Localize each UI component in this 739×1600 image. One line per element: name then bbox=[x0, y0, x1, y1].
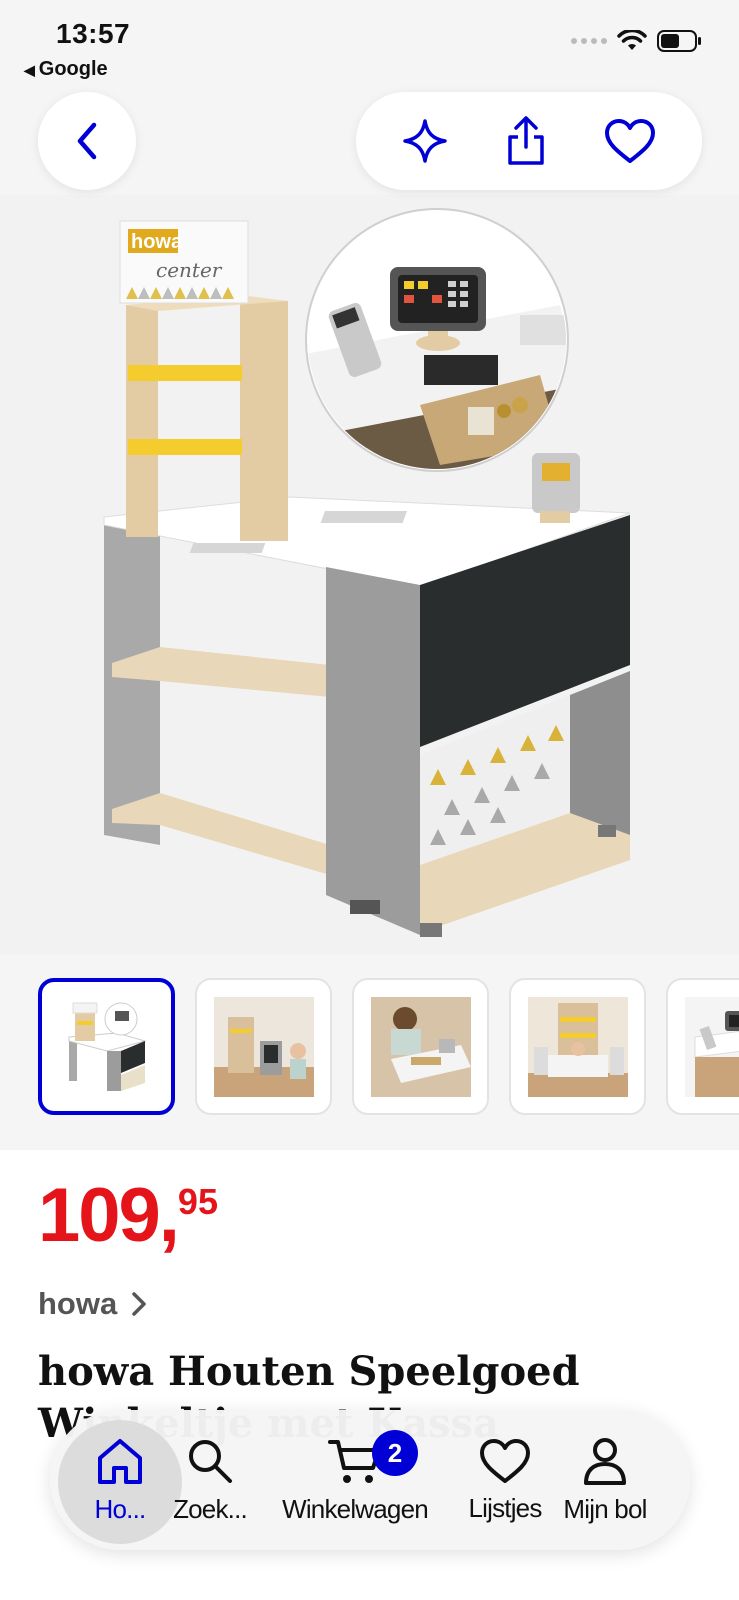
thumbnail-strip[interactable] bbox=[38, 978, 739, 1115]
tab-cart[interactable]: Winkelwagen 2 bbox=[260, 1410, 450, 1550]
brand-name: howa bbox=[38, 1286, 118, 1321]
share-button[interactable] bbox=[504, 115, 548, 167]
back-button[interactable] bbox=[38, 92, 136, 190]
tab-lists-label: Lijstjes bbox=[468, 1492, 542, 1523]
back-app-label: Google bbox=[38, 58, 108, 80]
back-triangle-icon: ◀ bbox=[24, 62, 35, 78]
battery-icon bbox=[657, 30, 701, 52]
price: 109, 95 bbox=[38, 1178, 218, 1254]
signal-icon bbox=[571, 38, 607, 44]
product-image-gallery[interactable]: howa center bbox=[0, 195, 739, 955]
back-to-app-link[interactable]: ◀ Google bbox=[24, 58, 108, 81]
status-bar: 13:57 ◀ Google bbox=[0, 0, 739, 90]
tab-search[interactable]: Zoek... bbox=[160, 1410, 260, 1550]
product-main-image[interactable]: howa center bbox=[0, 195, 739, 955]
chevron-right-icon bbox=[132, 1292, 146, 1316]
status-icons bbox=[571, 30, 703, 52]
thumbnail-1[interactable] bbox=[38, 978, 175, 1115]
thumbnail-4-image bbox=[527, 996, 628, 1097]
thumbnail-3-image bbox=[370, 996, 471, 1097]
thumbnail-5-image bbox=[684, 996, 739, 1097]
favorite-button[interactable] bbox=[603, 117, 657, 165]
app-screen: 13:57 ◀ Google howa center 109, 95 howa … bbox=[0, 0, 739, 1600]
share-icon bbox=[508, 116, 544, 165]
price-cents: 95 bbox=[177, 1181, 218, 1222]
tab-search-label: Zoek... bbox=[173, 1493, 248, 1524]
svg-text:howa: howa bbox=[131, 231, 183, 253]
sparkle-button[interactable] bbox=[401, 117, 449, 165]
thumbnail-1-image bbox=[68, 1002, 147, 1091]
svg-text:center: center bbox=[156, 258, 223, 282]
action-bar bbox=[356, 92, 702, 190]
wifi-icon bbox=[617, 30, 647, 50]
search-icon bbox=[189, 1439, 232, 1483]
tab-lists[interactable]: Lijstjes bbox=[455, 1410, 555, 1550]
user-icon bbox=[584, 1437, 626, 1485]
sparkle-icon bbox=[403, 119, 448, 163]
tab-cart-label: Winkelwagen bbox=[282, 1493, 429, 1524]
thumbnail-2[interactable] bbox=[195, 978, 332, 1115]
price-main: 109, bbox=[38, 1173, 180, 1258]
thumbnail-3[interactable] bbox=[352, 978, 489, 1115]
brand-link[interactable]: howa bbox=[38, 1286, 147, 1322]
home-icon bbox=[98, 1438, 142, 1484]
heart-icon bbox=[604, 119, 655, 163]
bottom-tab-bar: Ho... Zoek... Winkelwagen 2 Lijstjes Mij… bbox=[50, 1410, 690, 1550]
thumbnail-2-image bbox=[213, 996, 314, 1097]
tab-home-label: Ho... bbox=[94, 1493, 147, 1524]
tab-mybol[interactable]: Mijn bol bbox=[550, 1410, 660, 1550]
tab-mybol-label: Mijn bol bbox=[563, 1493, 647, 1524]
heart-icon bbox=[480, 1438, 530, 1483]
thumbnail-4[interactable] bbox=[509, 978, 646, 1115]
thumbnail-5[interactable] bbox=[666, 978, 739, 1115]
cart-count-badge: 2 bbox=[372, 1430, 418, 1476]
chevron-left-icon bbox=[77, 122, 97, 160]
status-time: 13:57 bbox=[56, 18, 131, 49]
